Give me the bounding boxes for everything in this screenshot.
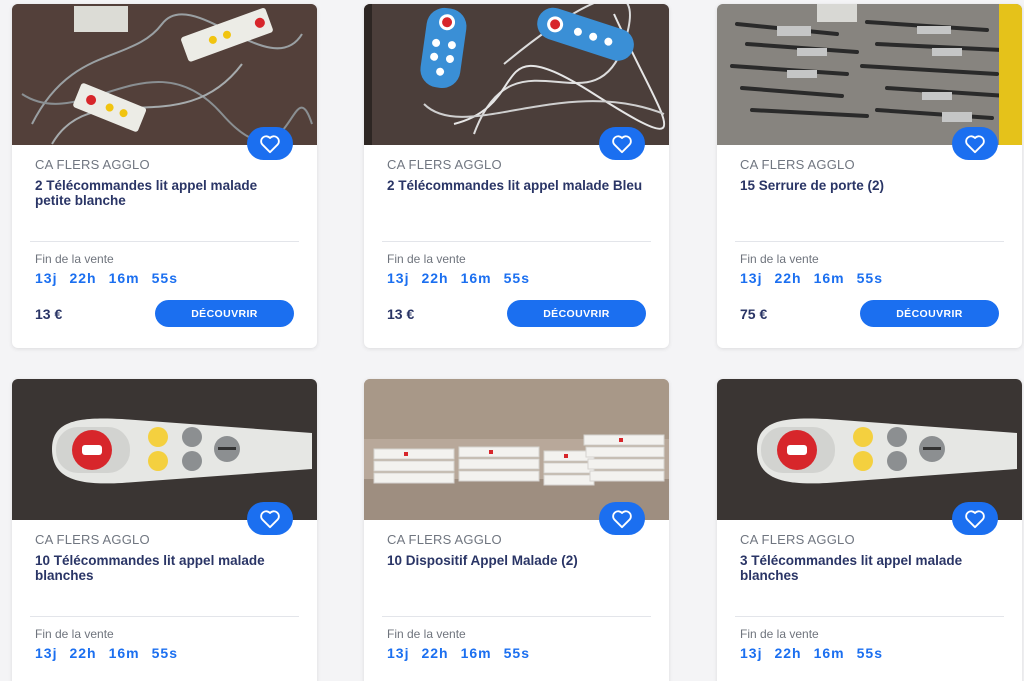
countdown-days: 13j xyxy=(387,645,410,661)
divider xyxy=(382,616,651,617)
heart-outline-icon xyxy=(965,134,985,153)
favorite-button[interactable] xyxy=(599,127,645,160)
listing-price: 75 € xyxy=(740,305,768,322)
listing-photo[interactable] xyxy=(12,379,317,520)
countdown-minutes: 16m xyxy=(460,645,492,661)
sale-end-label: Fin de la vente xyxy=(387,252,466,266)
listing-title[interactable]: 3 Télécommandes lit appel malade blanche… xyxy=(740,553,999,599)
listing-card[interactable]: CA FLERS AGGLO 2 Télécommandes lit appel… xyxy=(364,4,669,348)
seller-name: CA FLERS AGGLO xyxy=(387,532,502,547)
listing-card[interactable]: CA FLERS AGGLO 3 Télécommandes lit appel… xyxy=(717,379,1022,681)
countdown-timer: 13j 22h 16m 55s xyxy=(387,645,646,661)
countdown-seconds: 55s xyxy=(856,645,883,661)
countdown-days: 13j xyxy=(35,645,58,661)
listing-photo[interactable] xyxy=(717,4,1022,145)
listing-title[interactable]: 2 Télécommandes lit appel malade petite … xyxy=(35,178,294,224)
countdown-hours: 22h xyxy=(421,270,449,286)
listing-photo[interactable] xyxy=(717,379,1022,520)
favorite-button[interactable] xyxy=(247,127,293,160)
countdown-seconds: 55s xyxy=(856,270,883,286)
countdown-hours: 22h xyxy=(421,645,449,661)
card-footer: 75 € DÉCOUVRIR xyxy=(740,300,999,327)
countdown-timer: 13j 22h 16m 55s xyxy=(35,270,294,286)
sale-end-label: Fin de la vente xyxy=(35,627,114,641)
listing-photo[interactable] xyxy=(364,379,669,520)
countdown-hours: 22h xyxy=(69,645,97,661)
listing-photo[interactable] xyxy=(364,4,669,145)
card-footer: 13 € DÉCOUVRIR xyxy=(387,300,646,327)
listing-card[interactable]: CA FLERS AGGLO 2 Télécommandes lit appel… xyxy=(12,4,317,348)
discover-button[interactable]: DÉCOUVRIR xyxy=(507,300,646,327)
heart-outline-icon xyxy=(260,134,280,153)
heart-outline-icon xyxy=(965,509,985,528)
divider xyxy=(382,241,651,242)
favorite-button[interactable] xyxy=(952,127,998,160)
card-footer: 13 € DÉCOUVRIR xyxy=(35,300,294,327)
sale-end-label: Fin de la vente xyxy=(740,252,819,266)
favorite-button[interactable] xyxy=(247,502,293,535)
countdown-days: 13j xyxy=(35,270,58,286)
countdown-seconds: 55s xyxy=(151,645,178,661)
sale-end-label: Fin de la vente xyxy=(387,627,466,641)
sale-end-label: Fin de la vente xyxy=(35,252,114,266)
divider xyxy=(30,241,299,242)
seller-name: CA FLERS AGGLO xyxy=(35,532,150,547)
countdown-minutes: 16m xyxy=(813,645,845,661)
favorite-button[interactable] xyxy=(599,502,645,535)
countdown-hours: 22h xyxy=(69,270,97,286)
countdown-hours: 22h xyxy=(774,645,802,661)
listing-card[interactable]: CA FLERS AGGLO 15 Serrure de porte (2) F… xyxy=(717,4,1022,348)
listing-price: 13 € xyxy=(35,305,63,322)
favorite-button[interactable] xyxy=(952,502,998,535)
divider xyxy=(735,241,1004,242)
heart-outline-icon xyxy=(612,134,632,153)
countdown-seconds: 55s xyxy=(503,645,530,661)
countdown-timer: 13j 22h 16m 55s xyxy=(387,270,646,286)
countdown-seconds: 55s xyxy=(503,270,530,286)
seller-name: CA FLERS AGGLO xyxy=(740,157,855,172)
countdown-days: 13j xyxy=(740,645,763,661)
discover-button[interactable]: DÉCOUVRIR xyxy=(860,300,999,327)
countdown-hours: 22h xyxy=(774,270,802,286)
listing-card[interactable]: CA FLERS AGGLO 10 Télécommandes lit appe… xyxy=(12,379,317,681)
listing-card[interactable]: CA FLERS AGGLO 10 Dispositif Appel Malad… xyxy=(364,379,669,681)
listing-title[interactable]: 10 Télécommandes lit appel malade blanch… xyxy=(35,553,294,599)
seller-name: CA FLERS AGGLO xyxy=(740,532,855,547)
discover-button[interactable]: DÉCOUVRIR xyxy=(155,300,294,327)
countdown-minutes: 16m xyxy=(460,270,492,286)
countdown-days: 13j xyxy=(387,270,410,286)
sale-end-label: Fin de la vente xyxy=(740,627,819,641)
listing-price: 13 € xyxy=(387,305,415,322)
listing-title[interactable]: 15 Serrure de porte (2) xyxy=(740,178,999,224)
countdown-seconds: 55s xyxy=(151,270,178,286)
heart-outline-icon xyxy=(612,509,632,528)
countdown-days: 13j xyxy=(740,270,763,286)
divider xyxy=(735,616,1004,617)
listing-title[interactable]: 2 Télécommandes lit appel malade Bleu xyxy=(387,178,646,224)
countdown-minutes: 16m xyxy=(108,270,140,286)
heart-outline-icon xyxy=(260,509,280,528)
seller-name: CA FLERS AGGLO xyxy=(387,157,502,172)
countdown-minutes: 16m xyxy=(108,645,140,661)
listing-grid: CA FLERS AGGLO 2 Télécommandes lit appel… xyxy=(0,0,1024,681)
divider xyxy=(30,616,299,617)
seller-name: CA FLERS AGGLO xyxy=(35,157,150,172)
listing-title[interactable]: 10 Dispositif Appel Malade (2) xyxy=(387,553,646,599)
countdown-timer: 13j 22h 16m 55s xyxy=(740,645,999,661)
countdown-timer: 13j 22h 16m 55s xyxy=(740,270,999,286)
listing-photo[interactable] xyxy=(12,4,317,145)
countdown-minutes: 16m xyxy=(813,270,845,286)
countdown-timer: 13j 22h 16m 55s xyxy=(35,645,294,661)
